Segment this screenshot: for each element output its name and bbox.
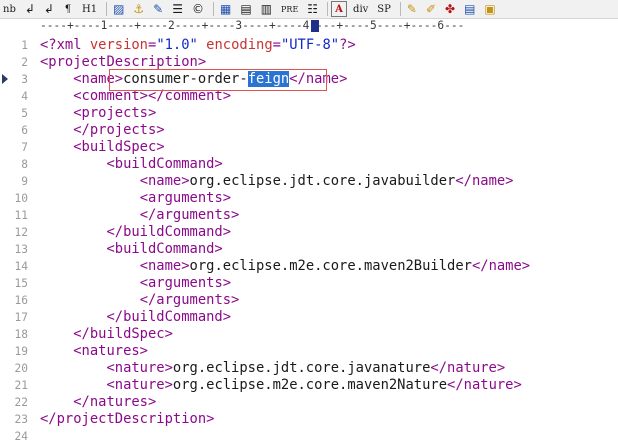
line-number: 7: [21, 141, 28, 154]
line-number: 20: [14, 362, 28, 375]
line-number: 14: [14, 260, 28, 273]
code-line[interactable]: [40, 428, 615, 445]
code-line[interactable]: </arguments>: [40, 207, 615, 224]
code-line[interactable]: <arguments>: [40, 275, 615, 292]
line-number: 22: [14, 396, 28, 409]
pre-button[interactable]: PRE: [278, 1, 301, 17]
line-number: 6: [21, 124, 28, 137]
line-number: 8: [21, 158, 28, 171]
code-line[interactable]: </natures>: [40, 394, 615, 411]
line-number: 23: [14, 413, 28, 426]
code-line[interactable]: </arguments>: [40, 292, 615, 309]
code-line[interactable]: <name>org.eclipse.m2e.core.maven2Builder…: [40, 258, 615, 275]
return-arrow-icon[interactable]: ↲: [22, 1, 38, 17]
line-number: 5: [21, 107, 28, 120]
toolbar-separator: [213, 2, 214, 16]
current-line-arrow-icon: [2, 74, 8, 84]
code-line[interactable]: </buildCommand>: [40, 224, 615, 241]
div-button[interactable]: div: [350, 1, 371, 17]
line-number: 10: [14, 192, 28, 205]
line-number: 15: [14, 277, 28, 290]
sp-button[interactable]: SP: [374, 1, 394, 17]
line-number: 21: [14, 379, 28, 392]
line-number-current: 3: [0, 71, 33, 88]
code-line[interactable]: </buildSpec>: [40, 326, 615, 343]
column-ruler: ----+----1----+----2----+----3----+----4…: [40, 19, 465, 32]
grid-icon[interactable]: ▤: [237, 1, 254, 17]
toolbar-separator: [327, 2, 329, 16]
code-line[interactable]: <buildCommand>: [40, 241, 615, 258]
toolbar-separator: [399, 2, 401, 16]
code-line[interactable]: </projectDescription>: [40, 411, 615, 428]
column-icon[interactable]: ▥: [258, 1, 275, 17]
code-line[interactable]: </projects>: [40, 122, 615, 139]
line-number: 2: [21, 56, 28, 69]
code-line[interactable]: <projectDescription>: [40, 54, 615, 71]
pencil-icon[interactable]: ✎: [150, 1, 166, 17]
line-number: 18: [14, 328, 28, 341]
anchor-icon[interactable]: ⚓: [130, 1, 147, 17]
h1-button[interactable]: H1: [79, 1, 100, 17]
edit-icon[interactable]: ✎: [404, 1, 420, 17]
ruler-caret-marker: [311, 20, 319, 32]
code-line[interactable]: <projects>: [40, 105, 615, 122]
tools-icon[interactable]: ✤: [442, 1, 458, 17]
copyright-icon[interactable]: ©: [189, 1, 207, 17]
document-icon[interactable]: ▤: [461, 1, 478, 17]
paint-icon[interactable]: ✐: [423, 1, 439, 17]
window-icon[interactable]: ▣: [481, 1, 498, 17]
align-left-icon[interactable]: ↲: [41, 1, 57, 17]
editor-toolbar: nb ↲ ↲ ¶ H1 ▨ ⚓ ✎ ☰ © ▦ ▤ ▥ PRE ☷ A div …: [0, 0, 618, 19]
code-line[interactable]: <buildSpec>: [40, 139, 615, 156]
line-number: 9: [21, 175, 28, 188]
line-number: 24: [14, 430, 28, 443]
code-line[interactable]: <natures>: [40, 343, 615, 360]
list-icon[interactable]: ☰: [169, 1, 186, 17]
code-line[interactable]: <buildCommand>: [40, 156, 615, 173]
image-icon[interactable]: ▨: [110, 1, 127, 17]
line-number: 4: [21, 90, 28, 103]
code-line[interactable]: <comment></comment>: [40, 88, 615, 105]
line-number-gutter: 1 2 3 4 5 6 7 8 9 10 11 12 13 14 15 16 1…: [0, 37, 33, 445]
bullet-list-icon[interactable]: ☷: [304, 1, 321, 17]
line-number: 13: [14, 243, 28, 256]
line-number: 17: [14, 311, 28, 324]
line-number: 11: [14, 209, 28, 222]
line-number: 12: [14, 226, 28, 239]
table-icon[interactable]: ▦: [217, 1, 234, 17]
code-line[interactable]: <nature>org.eclipse.m2e.core.maven2Natur…: [40, 377, 615, 394]
nb-button[interactable]: nb: [0, 1, 19, 17]
toolbar-separator: [106, 2, 108, 16]
paragraph-icon[interactable]: ¶: [60, 1, 76, 17]
code-line[interactable]: <nature>org.eclipse.jdt.core.javanature<…: [40, 360, 615, 377]
line-number: 19: [14, 345, 28, 358]
font-color-icon[interactable]: A: [331, 1, 348, 17]
code-line[interactable]: </buildCommand>: [40, 309, 615, 326]
line-number: 16: [14, 294, 28, 307]
code-editor[interactable]: <?xml version="1.0" encoding="UTF-8"?> <…: [40, 37, 615, 445]
code-line-current[interactable]: <name>consumer-order-feign</name>: [40, 71, 615, 88]
line-number: 1: [21, 39, 28, 52]
code-line[interactable]: <?xml version="1.0" encoding="UTF-8"?>: [40, 37, 615, 54]
selected-text[interactable]: feign: [247, 71, 290, 87]
code-line[interactable]: <arguments>: [40, 190, 615, 207]
code-line[interactable]: <name>org.eclipse.jdt.core.javabuilder</…: [40, 173, 615, 190]
